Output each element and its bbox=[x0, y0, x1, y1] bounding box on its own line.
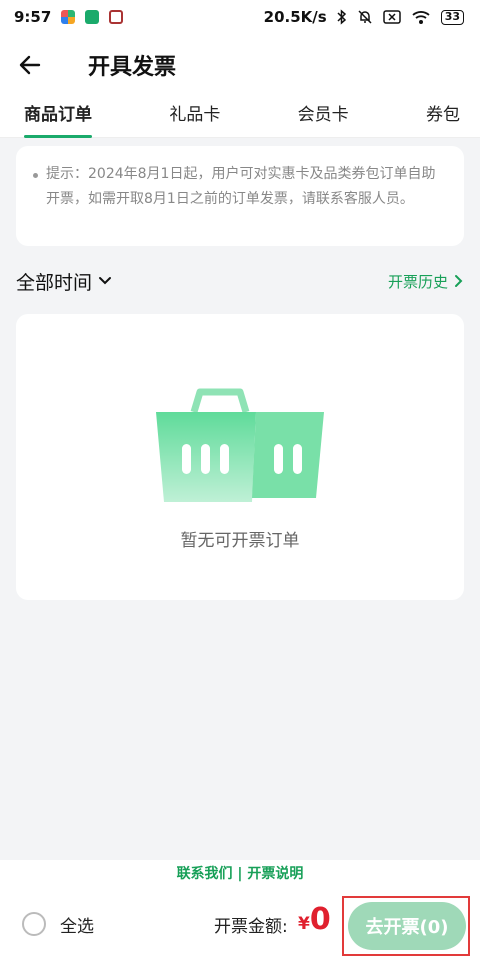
app-notification-icon bbox=[109, 10, 124, 24]
app-notification-icon bbox=[85, 10, 100, 24]
mute-icon bbox=[358, 10, 372, 24]
bluetooth-icon bbox=[337, 9, 346, 25]
notice-text: 提示：2024年8月1日起，用户可对实惠卡及品类券包订单自助开票，如需开取8月1… bbox=[46, 166, 436, 207]
filter-row: 全部时间 开票历史 bbox=[16, 262, 464, 300]
invoice-amount-value: ¥0 bbox=[298, 902, 331, 937]
chevron-right-icon bbox=[455, 275, 463, 287]
tab-product-orders[interactable]: 商品订单 bbox=[24, 96, 92, 138]
chevron-down-icon bbox=[99, 277, 112, 285]
status-time: 9:57 bbox=[14, 8, 52, 26]
invoice-history-link[interactable]: 开票历史 bbox=[388, 271, 464, 292]
tab-coupon-pack[interactable]: 券包 bbox=[426, 96, 460, 138]
back-button[interactable] bbox=[0, 34, 60, 96]
sim-off-icon bbox=[382, 10, 401, 24]
status-bar: 9:57 20.5K/s 33 bbox=[0, 0, 480, 34]
bottom-action-bar: 全选 开票金额: ¥0 去开票(0) bbox=[0, 888, 480, 960]
select-all-checkbox[interactable] bbox=[22, 912, 46, 936]
back-arrow-icon bbox=[19, 55, 41, 75]
go-invoice-button[interactable]: 去开票(0) bbox=[348, 902, 466, 950]
currency-symbol: ¥ bbox=[298, 914, 310, 934]
app-notification-icon bbox=[61, 10, 76, 24]
notice-card: 提示：2024年8月1日起，用户可对实惠卡及品类券包订单自助开票，如需开取8月1… bbox=[16, 146, 464, 246]
tab-bar: 商品订单 礼品卡 会员卡 券包 bbox=[0, 96, 480, 138]
amount-number: 0 bbox=[309, 902, 331, 937]
empty-state-card: 暂无可开票订单 bbox=[16, 314, 464, 600]
tab-gift-card[interactable]: 礼品卡 bbox=[169, 96, 220, 138]
select-all-label[interactable]: 全选 bbox=[60, 912, 94, 937]
invoice-amount-label: 开票金额: bbox=[214, 917, 288, 937]
page-title: 开具发票 bbox=[88, 55, 177, 80]
wifi-icon bbox=[412, 11, 430, 24]
time-filter-label: 全部时间 bbox=[16, 271, 93, 294]
empty-state-text: 暂无可开票订单 bbox=[180, 531, 300, 551]
battery-icon: 33 bbox=[440, 9, 464, 25]
footer-links-text[interactable]: 联系我们 | 开票说明 bbox=[177, 866, 304, 882]
invoice-button-highlight: 去开票(0) bbox=[342, 896, 470, 956]
network-speed: 20.5K/s bbox=[263, 8, 327, 26]
invoice-history-label: 开票历史 bbox=[387, 272, 448, 291]
header: 开具发票 bbox=[0, 34, 480, 96]
footer-links[interactable]: 联系我们 | 开票说明 bbox=[0, 860, 480, 888]
time-filter-dropdown[interactable]: 全部时间 bbox=[16, 268, 112, 295]
empty-basket-icon bbox=[156, 388, 324, 502]
tab-membership-card[interactable]: 会员卡 bbox=[298, 96, 349, 138]
